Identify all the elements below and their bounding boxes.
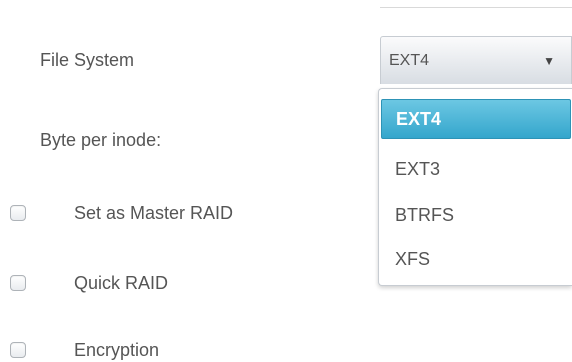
- encryption-label: Encryption: [74, 340, 160, 360]
- top-divider: [380, 0, 572, 8]
- file-system-label: File System: [40, 50, 135, 70]
- quick-raid-label: Quick RAID: [74, 273, 169, 293]
- encryption-checkbox[interactable]: [10, 342, 26, 358]
- dropdown-arrow-icon[interactable]: ▼: [543, 54, 555, 68]
- master-raid-option[interactable]: Set as Master RAID: [10, 200, 233, 226]
- file-system-option-btrfs[interactable]: BTRFS: [379, 197, 572, 233]
- file-system-dropdown: EXT4 EXT3 BTRFS XFS: [378, 88, 572, 286]
- file-system-option-xfs[interactable]: XFS: [379, 241, 572, 277]
- quick-raid-option[interactable]: Quick RAID: [10, 270, 168, 296]
- file-system-option-ext3[interactable]: EXT3: [379, 151, 572, 187]
- master-raid-label: Set as Master RAID: [74, 203, 234, 223]
- file-system-select[interactable]: EXT4 ▼: [380, 36, 572, 84]
- encryption-option[interactable]: Encryption: [10, 337, 159, 362]
- master-raid-checkbox[interactable]: [10, 205, 26, 221]
- raid-settings-panel: File System Byte per inode: Set as Maste…: [0, 0, 572, 362]
- file-system-option-ext4[interactable]: EXT4: [381, 99, 571, 139]
- quick-raid-checkbox[interactable]: [10, 275, 26, 291]
- file-system-select-value: EXT4: [389, 51, 430, 69]
- byte-per-inode-label: Byte per inode:: [40, 130, 162, 150]
